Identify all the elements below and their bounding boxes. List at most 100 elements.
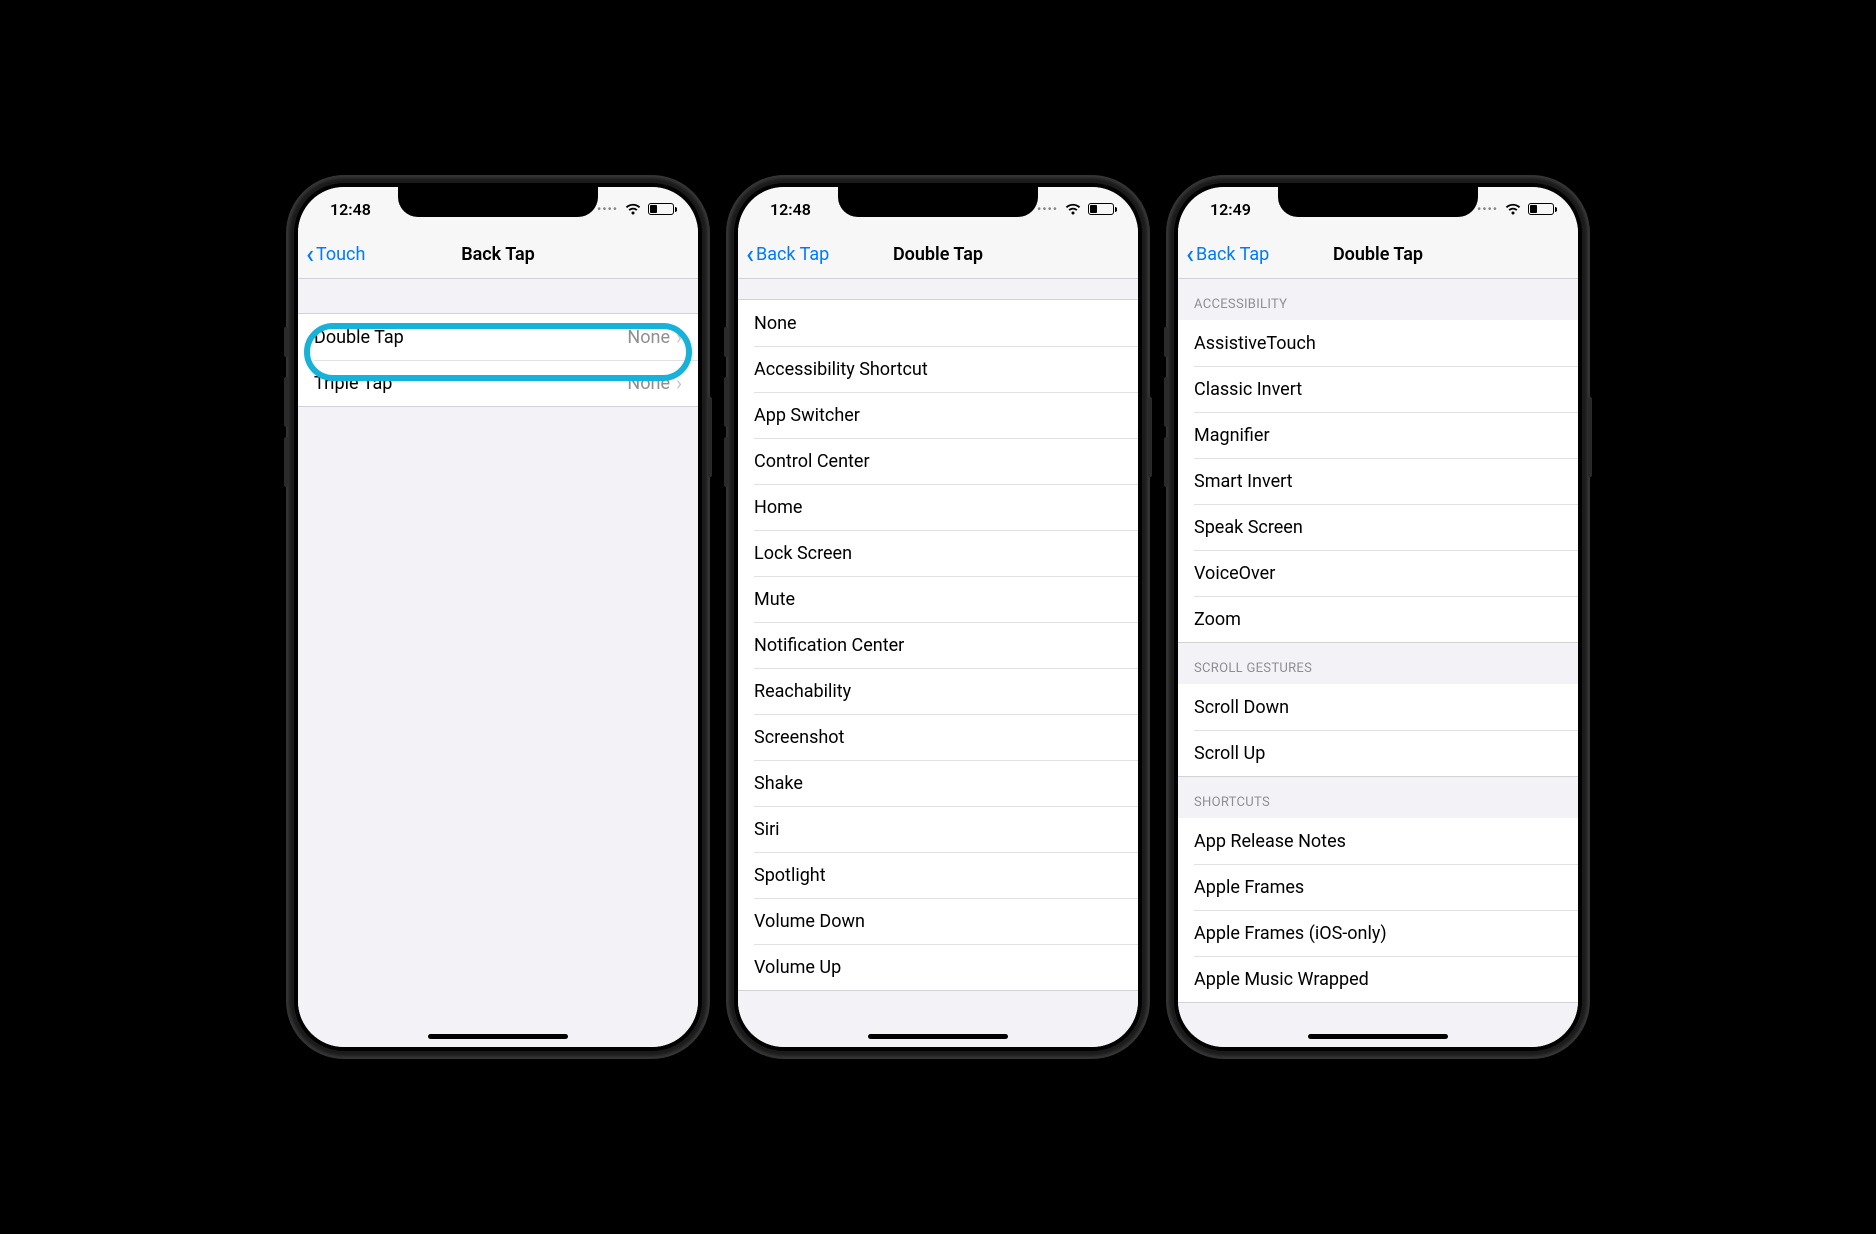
chevron-right-icon: › <box>676 371 682 395</box>
list-item[interactable]: Control Center <box>738 438 1138 484</box>
volume-up-button[interactable] <box>724 377 728 427</box>
list-item[interactable]: None <box>738 300 1138 346</box>
list-item[interactable]: VoiceOver <box>1178 550 1578 596</box>
mute-switch[interactable] <box>1164 327 1168 357</box>
row-label: Zoom <box>1194 609 1562 630</box>
status-time: 12:48 <box>770 200 811 219</box>
row-label: App Switcher <box>754 405 1122 426</box>
content-area[interactable]: Accessibility AssistiveTouch Classic Inv… <box>1178 279 1578 1047</box>
signal-dots-icon: •••• <box>1037 202 1058 216</box>
accessibility-group: AssistiveTouch Classic Invert Magnifier … <box>1178 320 1578 643</box>
list-item[interactable]: App Release Notes <box>1178 818 1578 864</box>
row-label: Shake <box>754 773 1122 794</box>
chevron-right-icon: › <box>676 325 682 349</box>
list-item[interactable]: Accessibility Shortcut <box>738 346 1138 392</box>
row-label: AssistiveTouch <box>1194 333 1562 354</box>
list-item[interactable]: Volume Up <box>738 944 1138 990</box>
list-item[interactable]: App Switcher <box>738 392 1138 438</box>
row-label: Volume Down <box>754 911 1122 932</box>
power-button[interactable] <box>708 397 712 477</box>
phone-frame: 12:48 •••• ‹ Back Tap Double Tap <box>728 177 1148 1057</box>
row-double-tap[interactable]: Double Tap None › <box>298 314 698 360</box>
row-label: Siri <box>754 819 1122 840</box>
page-title: Double Tap <box>1333 244 1423 265</box>
row-label: Scroll Up <box>1194 743 1562 764</box>
mute-switch[interactable] <box>724 327 728 357</box>
volume-down-button[interactable] <box>724 437 728 487</box>
back-label: Back Tap <box>756 244 829 265</box>
phone-frame: 12:48 •••• ‹ Touch Back Tap <box>288 177 708 1057</box>
volume-up-button[interactable] <box>284 377 288 427</box>
list-item[interactable]: Notification Center <box>738 622 1138 668</box>
list-item[interactable]: Lock Screen <box>738 530 1138 576</box>
row-label: Apple Music Wrapped <box>1194 969 1562 990</box>
list-item[interactable]: Scroll Up <box>1178 730 1578 776</box>
notch <box>1278 187 1478 217</box>
row-label: None <box>754 313 1122 334</box>
power-button[interactable] <box>1148 397 1152 477</box>
wifi-icon <box>1064 200 1082 219</box>
settings-group: Double Tap None › Triple Tap None › <box>298 313 698 407</box>
scroll-gestures-group: Scroll Down Scroll Up <box>1178 684 1578 777</box>
mute-switch[interactable] <box>284 327 288 357</box>
list-item[interactable]: Apple Frames (iOS-only) <box>1178 910 1578 956</box>
list-item[interactable]: Home <box>738 484 1138 530</box>
list-item[interactable]: Apple Frames <box>1178 864 1578 910</box>
list-item[interactable]: Speak Screen <box>1178 504 1578 550</box>
row-label: Accessibility Shortcut <box>754 359 1122 380</box>
content-area: Double Tap None › Triple Tap None › <box>298 279 698 1047</box>
list-item[interactable]: Shake <box>738 760 1138 806</box>
back-label: Back Tap <box>1196 244 1269 265</box>
list-item[interactable]: Magnifier <box>1178 412 1578 458</box>
row-label: Magnifier <box>1194 425 1562 446</box>
section-header-shortcuts: Shortcuts <box>1178 777 1578 818</box>
row-label: Double Tap <box>314 327 627 348</box>
back-button[interactable]: ‹ Back Tap <box>1186 242 1269 268</box>
row-label: Lock Screen <box>754 543 1122 564</box>
row-label: Triple Tap <box>314 373 627 394</box>
signal-dots-icon: •••• <box>1477 202 1498 216</box>
power-button[interactable] <box>1588 397 1592 477</box>
list-item[interactable]: Reachability <box>738 668 1138 714</box>
list-item[interactable]: AssistiveTouch <box>1178 320 1578 366</box>
row-label: Volume Up <box>754 957 1122 978</box>
list-item[interactable]: Screenshot <box>738 714 1138 760</box>
row-label: Notification Center <box>754 635 1122 656</box>
row-label: Speak Screen <box>1194 517 1562 538</box>
home-indicator[interactable] <box>1308 1034 1448 1039</box>
volume-down-button[interactable] <box>1164 437 1168 487</box>
list-item[interactable]: Siri <box>738 806 1138 852</box>
nav-bar: ‹ Touch Back Tap <box>298 231 698 279</box>
row-label: Screenshot <box>754 727 1122 748</box>
list-item[interactable]: Zoom <box>1178 596 1578 642</box>
volume-up-button[interactable] <box>1164 377 1168 427</box>
volume-down-button[interactable] <box>284 437 288 487</box>
notch <box>838 187 1038 217</box>
row-label: Apple Frames <box>1194 877 1562 898</box>
screen: 12:49 •••• ‹ Back Tap Double Tap Accessi… <box>1178 187 1578 1047</box>
list-item[interactable]: Smart Invert <box>1178 458 1578 504</box>
list-item[interactable]: Volume Down <box>738 898 1138 944</box>
row-label: App Release Notes <box>1194 831 1562 852</box>
row-label: Reachability <box>754 681 1122 702</box>
row-label: Smart Invert <box>1194 471 1562 492</box>
list-item[interactable]: Mute <box>738 576 1138 622</box>
list-item[interactable]: Spotlight <box>738 852 1138 898</box>
row-triple-tap[interactable]: Triple Tap None › <box>298 360 698 406</box>
battery-icon <box>1528 203 1554 215</box>
row-label: Spotlight <box>754 865 1122 886</box>
page-title: Double Tap <box>893 244 983 265</box>
chevron-left-icon: ‹ <box>1186 242 1194 268</box>
list-item[interactable]: Apple Music Wrapped <box>1178 956 1578 1002</box>
back-button[interactable]: ‹ Touch <box>306 242 365 268</box>
row-detail: None <box>627 327 670 348</box>
list-item[interactable]: Scroll Down <box>1178 684 1578 730</box>
back-button[interactable]: ‹ Back Tap <box>746 242 829 268</box>
back-label: Touch <box>316 244 365 265</box>
home-indicator[interactable] <box>428 1034 568 1039</box>
list-item[interactable]: Classic Invert <box>1178 366 1578 412</box>
content-area[interactable]: None Accessibility Shortcut App Switcher… <box>738 279 1138 1047</box>
section-header-accessibility: Accessibility <box>1178 279 1578 320</box>
screen: 12:48 •••• ‹ Touch Back Tap <box>298 187 698 1047</box>
home-indicator[interactable] <box>868 1034 1008 1039</box>
